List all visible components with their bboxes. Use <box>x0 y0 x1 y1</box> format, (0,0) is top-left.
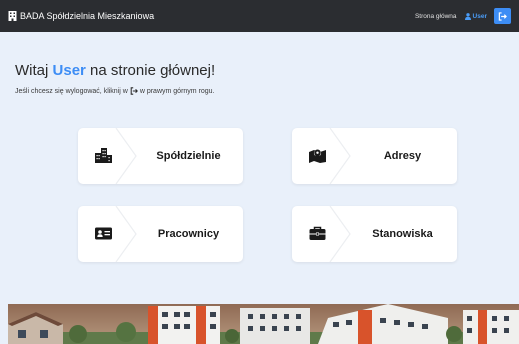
card-stanowiska[interactable]: Stanowiska <box>292 206 457 262</box>
city-icon <box>95 148 112 163</box>
navbar: BADA Spółdzielnia Mieszkaniowa Strona gł… <box>0 0 519 32</box>
housing-estate-photo <box>8 304 519 344</box>
hint-before: Jeśli chcesz się wylogować, kliknij w <box>15 87 128 95</box>
welcome-prefix: Witaj <box>15 62 49 79</box>
card-label: Spółdzielnie <box>156 150 221 162</box>
welcome-user: User <box>52 62 86 79</box>
hint-after: w prawym górnym rogu. <box>139 87 215 95</box>
map-location-icon <box>309 148 326 163</box>
user-icon <box>464 12 471 20</box>
user-menu[interactable]: User <box>464 12 487 20</box>
card-label: Stanowiska <box>372 228 433 240</box>
brand-link[interactable]: BADA Spółdzielnia Mieszkaniowa <box>8 11 154 21</box>
card-pracownicy[interactable]: Pracownicy <box>78 206 243 262</box>
briefcase-icon <box>309 226 326 241</box>
welcome-suffix: na stronie głównej! <box>90 62 216 79</box>
user-name: User <box>472 12 487 20</box>
logout-icon <box>498 11 507 21</box>
logout-button[interactable] <box>494 8 511 24</box>
home-link[interactable]: Strona główna <box>415 13 457 20</box>
card-label: Adresy <box>383 150 422 162</box>
card-adresy[interactable]: Adresy <box>292 128 457 184</box>
id-card-icon <box>95 226 112 241</box>
building-icon <box>8 11 17 21</box>
card-label: Pracownicy <box>157 228 220 240</box>
logout-icon <box>130 87 138 95</box>
brand-title: BADA Spółdzielnia Mieszkaniowa <box>20 11 155 21</box>
welcome-heading: Witaj User na stronie głównej! <box>15 62 215 79</box>
card-spoldzielnie[interactable]: Spółdzielnie <box>78 128 243 184</box>
navbar-right: Strona główna User <box>415 8 511 24</box>
logout-hint: Jeśli chcesz się wylogować, kliknij w w … <box>15 87 215 95</box>
